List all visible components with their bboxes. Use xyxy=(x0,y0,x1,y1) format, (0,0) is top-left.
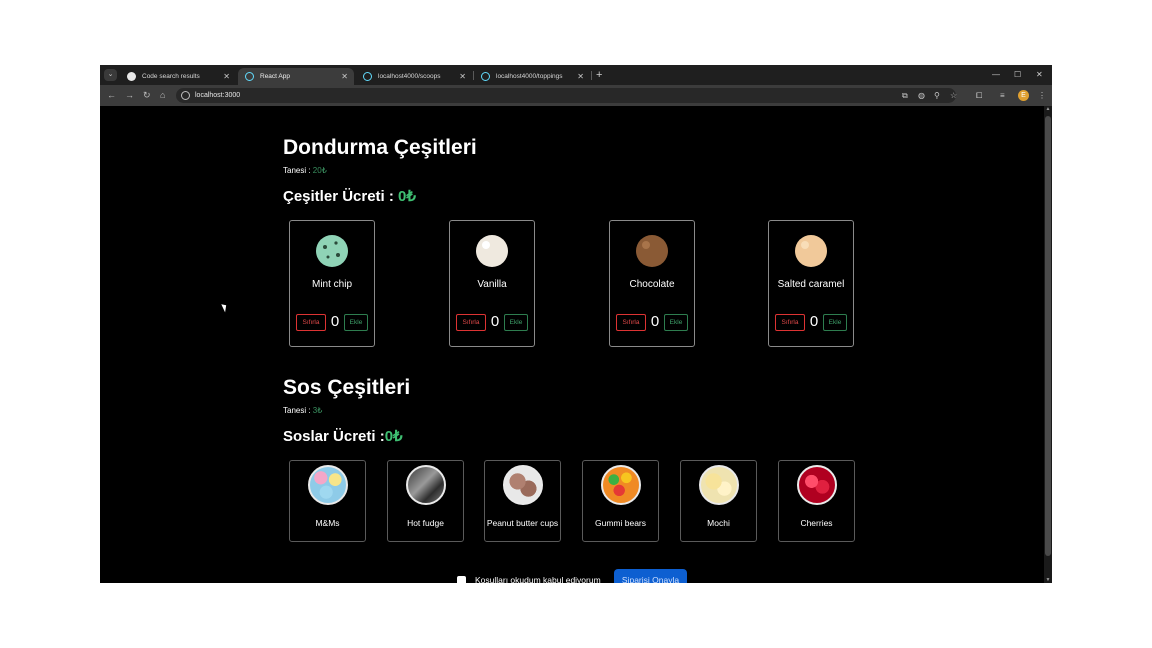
topping-name: Cherries xyxy=(800,518,833,528)
scrollbar[interactable]: ▲ ▼ xyxy=(1044,106,1052,583)
scoop-name: Chocolate xyxy=(629,279,675,290)
scoops-unit-price: Tanesi : 20₺ xyxy=(283,166,327,175)
gummi-bears-image xyxy=(601,465,641,505)
scoops-title: Dondurma Çeşitleri xyxy=(283,136,477,159)
salted-caramel-scoop-image xyxy=(795,235,827,267)
scoops-total: Çeşitler Ücreti : 0₺ xyxy=(283,188,416,205)
close-icon[interactable]: ✕ xyxy=(341,68,348,85)
forward-icon[interactable]: → xyxy=(125,89,134,102)
install-icon[interactable]: ⧉ xyxy=(902,89,908,102)
add-button[interactable]: Ekle xyxy=(664,314,688,331)
scroll-up-icon[interactable]: ▲ xyxy=(1044,106,1052,112)
mms-image xyxy=(308,465,348,505)
topping-card[interactable]: Peanut butter cups xyxy=(484,460,561,542)
tab-react-app[interactable]: React App ✕ xyxy=(238,68,354,85)
terms-checkbox[interactable] xyxy=(457,576,466,583)
minimize-icon[interactable]: — xyxy=(992,68,1000,82)
scoop-quantity: 0 xyxy=(650,313,660,330)
react-icon xyxy=(245,72,254,81)
react-icon xyxy=(481,72,490,81)
react-icon xyxy=(363,72,372,81)
back-icon[interactable]: ← xyxy=(107,89,116,102)
scoop-quantity: 0 xyxy=(490,313,500,330)
menu-icon[interactable]: ⋮ xyxy=(1038,89,1046,102)
tab-scoops[interactable]: localhost4000/scoops ✕ xyxy=(356,68,472,85)
extensions-icon[interactable]: ⧠ xyxy=(976,89,982,102)
scroll-thumb[interactable] xyxy=(1045,116,1051,556)
topping-card[interactable]: Gummi bears xyxy=(582,460,659,542)
profile-avatar[interactable]: E xyxy=(1018,90,1029,101)
reset-button[interactable]: Sıfırla xyxy=(616,314,646,331)
media-icon[interactable]: ≡ xyxy=(1000,89,1005,102)
close-icon[interactable]: ✕ xyxy=(223,68,230,85)
url-text[interactable]: localhost:3000 xyxy=(195,88,240,103)
scoop-name: Salted caramel xyxy=(777,279,845,290)
topping-card[interactable]: Hot fudge xyxy=(387,460,464,542)
toppings-total: Soslar Ücreti :0₺ xyxy=(283,428,403,445)
topping-name: Hot fudge xyxy=(407,518,444,528)
translate-icon[interactable]: ◍ xyxy=(918,89,925,102)
add-button[interactable]: Ekle xyxy=(504,314,528,331)
scoop-quantity: 0 xyxy=(809,313,819,330)
add-button[interactable]: Ekle xyxy=(823,314,847,331)
maximize-icon[interactable]: ☐ xyxy=(1014,68,1021,82)
topping-name: Gummi bears xyxy=(594,518,646,528)
cherries-image xyxy=(797,465,837,505)
vanilla-scoop-image xyxy=(476,235,508,267)
close-icon[interactable]: ✕ xyxy=(459,68,466,85)
scoop-quantity: 0 xyxy=(330,313,340,330)
peanut-butter-cups-image xyxy=(503,465,543,505)
scoop-card: Chocolate Sıfırla 0 Ekle xyxy=(609,220,695,347)
tab-code-search[interactable]: Code search results ✕ xyxy=(120,68,236,85)
topping-name: M&Ms xyxy=(315,518,340,528)
topping-card[interactable]: Cherries xyxy=(778,460,855,542)
zoom-icon[interactable]: ⚲ xyxy=(934,89,940,102)
scoop-card: Salted caramel Sıfırla 0 Ekle xyxy=(768,220,854,347)
topping-name: Mochi xyxy=(707,518,730,528)
scoop-name: Vanilla xyxy=(477,279,507,290)
scoop-card: Mint chip Sıfırla 0 Ekle xyxy=(289,220,375,347)
reload-icon[interactable]: ↻ xyxy=(143,89,151,102)
topping-card[interactable]: Mochi xyxy=(680,460,757,542)
site-info-icon[interactable] xyxy=(181,91,190,100)
browser-window: ⌄ Code search results ✕ React App ✕ loca… xyxy=(100,65,1052,583)
confirm-order-button[interactable]: Siparişi Onayla xyxy=(614,569,687,583)
close-icon[interactable]: ✕ xyxy=(577,68,584,85)
scoop-card: Vanilla Sıfırla 0 Ekle xyxy=(449,220,535,347)
home-icon[interactable]: ⌂ xyxy=(160,89,165,102)
terms-label: Koşulları okudum kabul ediyorum xyxy=(475,575,601,583)
chocolate-scoop-image xyxy=(636,235,668,267)
tab-bar: ⌄ Code search results ✕ React App ✕ loca… xyxy=(100,65,1052,85)
bookmark-star-icon[interactable]: ☆ xyxy=(950,89,957,102)
page-viewport: Dondurma Çeşitleri Tanesi : 20₺ Çeşitler… xyxy=(100,106,1052,583)
tab-divider xyxy=(591,71,592,80)
add-button[interactable]: Ekle xyxy=(344,314,368,331)
toppings-title: Sos Çeşitleri xyxy=(283,376,411,399)
reset-button[interactable]: Sıfırla xyxy=(296,314,326,331)
tab-toppings[interactable]: localhost4000/toppings ✕ xyxy=(474,68,590,85)
github-icon xyxy=(127,72,136,81)
toppings-unit-price: Tanesi : 3₺ xyxy=(283,406,323,415)
scroll-down-icon[interactable]: ▼ xyxy=(1044,577,1052,583)
mochi-image xyxy=(699,465,739,505)
scoop-name: Mint chip xyxy=(311,279,352,290)
topping-name: Peanut butter cups xyxy=(486,518,559,528)
mouse-cursor xyxy=(221,302,229,313)
mint-chip-scoop-image xyxy=(316,235,348,267)
new-tab-icon[interactable]: + xyxy=(596,68,602,82)
address-bar[interactable]: localhost:3000 xyxy=(176,88,956,103)
tab-search-button[interactable]: ⌄ xyxy=(104,69,117,81)
reset-button[interactable]: Sıfırla xyxy=(456,314,486,331)
close-window-icon[interactable]: ✕ xyxy=(1036,68,1043,82)
topping-card[interactable]: M&Ms xyxy=(289,460,366,542)
browser-toolbar: ← → ↻ ⌂ localhost:3000 ⧉ ◍ ⚲ ☆ ⧠ ≡ E ⋮ xyxy=(100,85,1052,106)
hot-fudge-image xyxy=(406,465,446,505)
reset-button[interactable]: Sıfırla xyxy=(775,314,805,331)
